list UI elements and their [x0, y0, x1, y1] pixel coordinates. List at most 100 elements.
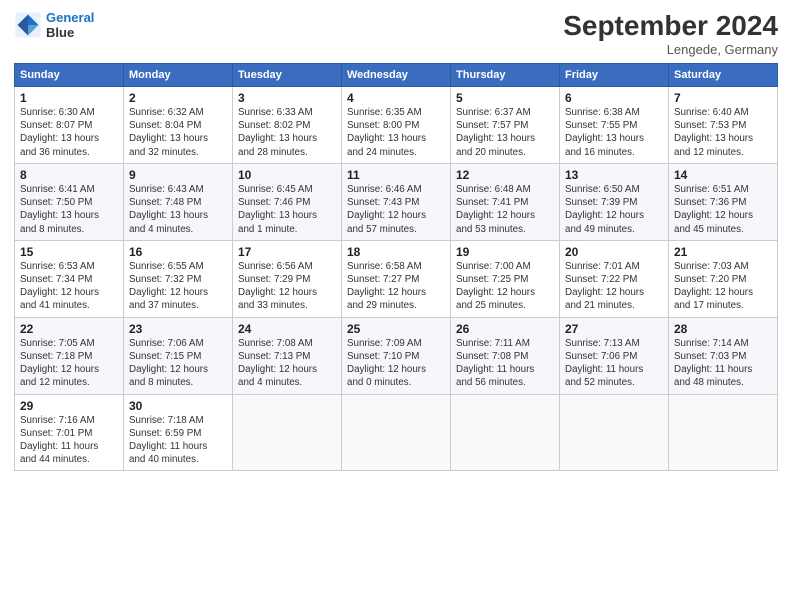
- day-number: 10: [238, 168, 336, 182]
- day-info: Sunrise: 7:06 AMSunset: 7:15 PMDaylight:…: [129, 337, 227, 390]
- day-number: 6: [565, 91, 663, 105]
- calendar-cell: [669, 394, 778, 471]
- day-info: Sunrise: 6:37 AMSunset: 7:57 PMDaylight:…: [456, 106, 554, 159]
- col-sunday: Sunday: [15, 64, 124, 87]
- day-info: Sunrise: 7:16 AMSunset: 7:01 PMDaylight:…: [20, 414, 118, 467]
- calendar-cell: 18Sunrise: 6:58 AMSunset: 7:27 PMDayligh…: [342, 240, 451, 317]
- day-number: 29: [20, 399, 118, 413]
- calendar-cell: 26Sunrise: 7:11 AMSunset: 7:08 PMDayligh…: [451, 317, 560, 394]
- calendar-cell: 2Sunrise: 6:32 AMSunset: 8:04 PMDaylight…: [124, 87, 233, 164]
- logo-text: General Blue: [46, 10, 94, 40]
- day-number: 7: [674, 91, 772, 105]
- day-number: 13: [565, 168, 663, 182]
- day-info: Sunrise: 7:05 AMSunset: 7:18 PMDaylight:…: [20, 337, 118, 390]
- day-number: 25: [347, 322, 445, 336]
- day-number: 16: [129, 245, 227, 259]
- day-number: 15: [20, 245, 118, 259]
- page: General Blue September 2024 Lengede, Ger…: [0, 0, 792, 612]
- day-number: 30: [129, 399, 227, 413]
- day-info: Sunrise: 6:50 AMSunset: 7:39 PMDaylight:…: [565, 183, 663, 236]
- calendar-week-row-4: 22Sunrise: 7:05 AMSunset: 7:18 PMDayligh…: [15, 317, 778, 394]
- day-info: Sunrise: 7:13 AMSunset: 7:06 PMDaylight:…: [565, 337, 663, 390]
- logo-line1: General: [46, 10, 94, 25]
- calendar-cell: 29Sunrise: 7:16 AMSunset: 7:01 PMDayligh…: [15, 394, 124, 471]
- calendar-cell: [233, 394, 342, 471]
- calendar-cell: 19Sunrise: 7:00 AMSunset: 7:25 PMDayligh…: [451, 240, 560, 317]
- day-info: Sunrise: 6:41 AMSunset: 7:50 PMDaylight:…: [20, 183, 118, 236]
- calendar-cell: 16Sunrise: 6:55 AMSunset: 7:32 PMDayligh…: [124, 240, 233, 317]
- day-info: Sunrise: 6:53 AMSunset: 7:34 PMDaylight:…: [20, 260, 118, 313]
- calendar-cell: 14Sunrise: 6:51 AMSunset: 7:36 PMDayligh…: [669, 163, 778, 240]
- day-info: Sunrise: 7:11 AMSunset: 7:08 PMDaylight:…: [456, 337, 554, 390]
- logo-icon: [14, 11, 42, 39]
- day-info: Sunrise: 7:01 AMSunset: 7:22 PMDaylight:…: [565, 260, 663, 313]
- logo: General Blue: [14, 10, 94, 40]
- calendar-week-row-5: 29Sunrise: 7:16 AMSunset: 7:01 PMDayligh…: [15, 394, 778, 471]
- calendar-cell: 24Sunrise: 7:08 AMSunset: 7:13 PMDayligh…: [233, 317, 342, 394]
- calendar-cell: 20Sunrise: 7:01 AMSunset: 7:22 PMDayligh…: [560, 240, 669, 317]
- day-number: 17: [238, 245, 336, 259]
- col-friday: Friday: [560, 64, 669, 87]
- day-number: 18: [347, 245, 445, 259]
- calendar-cell: 23Sunrise: 7:06 AMSunset: 7:15 PMDayligh…: [124, 317, 233, 394]
- calendar-cell: 28Sunrise: 7:14 AMSunset: 7:03 PMDayligh…: [669, 317, 778, 394]
- calendar-cell: 11Sunrise: 6:46 AMSunset: 7:43 PMDayligh…: [342, 163, 451, 240]
- day-info: Sunrise: 6:56 AMSunset: 7:29 PMDaylight:…: [238, 260, 336, 313]
- calendar-cell: 9Sunrise: 6:43 AMSunset: 7:48 PMDaylight…: [124, 163, 233, 240]
- day-info: Sunrise: 6:45 AMSunset: 7:46 PMDaylight:…: [238, 183, 336, 236]
- calendar-cell: 1Sunrise: 6:30 AMSunset: 8:07 PMDaylight…: [15, 87, 124, 164]
- calendar-week-row-3: 15Sunrise: 6:53 AMSunset: 7:34 PMDayligh…: [15, 240, 778, 317]
- calendar-cell: 22Sunrise: 7:05 AMSunset: 7:18 PMDayligh…: [15, 317, 124, 394]
- calendar-cell: [451, 394, 560, 471]
- day-number: 8: [20, 168, 118, 182]
- day-info: Sunrise: 7:18 AMSunset: 6:59 PMDaylight:…: [129, 414, 227, 467]
- day-number: 22: [20, 322, 118, 336]
- day-info: Sunrise: 6:48 AMSunset: 7:41 PMDaylight:…: [456, 183, 554, 236]
- day-info: Sunrise: 6:30 AMSunset: 8:07 PMDaylight:…: [20, 106, 118, 159]
- month-year: September 2024: [563, 10, 778, 42]
- day-number: 12: [456, 168, 554, 182]
- day-info: Sunrise: 7:03 AMSunset: 7:20 PMDaylight:…: [674, 260, 772, 313]
- col-saturday: Saturday: [669, 64, 778, 87]
- day-info: Sunrise: 7:00 AMSunset: 7:25 PMDaylight:…: [456, 260, 554, 313]
- day-info: Sunrise: 6:51 AMSunset: 7:36 PMDaylight:…: [674, 183, 772, 236]
- day-info: Sunrise: 6:35 AMSunset: 8:00 PMDaylight:…: [347, 106, 445, 159]
- day-number: 24: [238, 322, 336, 336]
- calendar-cell: 5Sunrise: 6:37 AMSunset: 7:57 PMDaylight…: [451, 87, 560, 164]
- col-tuesday: Tuesday: [233, 64, 342, 87]
- col-thursday: Thursday: [451, 64, 560, 87]
- day-number: 11: [347, 168, 445, 182]
- calendar-cell: 21Sunrise: 7:03 AMSunset: 7:20 PMDayligh…: [669, 240, 778, 317]
- calendar-cell: 13Sunrise: 6:50 AMSunset: 7:39 PMDayligh…: [560, 163, 669, 240]
- day-info: Sunrise: 6:55 AMSunset: 7:32 PMDaylight:…: [129, 260, 227, 313]
- day-number: 5: [456, 91, 554, 105]
- calendar-cell: 4Sunrise: 6:35 AMSunset: 8:00 PMDaylight…: [342, 87, 451, 164]
- header: General Blue September 2024 Lengede, Ger…: [14, 10, 778, 57]
- day-number: 23: [129, 322, 227, 336]
- logo-line2: Blue: [46, 25, 94, 40]
- calendar-cell: 15Sunrise: 6:53 AMSunset: 7:34 PMDayligh…: [15, 240, 124, 317]
- calendar-cell: 25Sunrise: 7:09 AMSunset: 7:10 PMDayligh…: [342, 317, 451, 394]
- calendar-cell: 6Sunrise: 6:38 AMSunset: 7:55 PMDaylight…: [560, 87, 669, 164]
- calendar-cell: [342, 394, 451, 471]
- calendar-table: Sunday Monday Tuesday Wednesday Thursday…: [14, 63, 778, 471]
- day-number: 26: [456, 322, 554, 336]
- day-info: Sunrise: 6:38 AMSunset: 7:55 PMDaylight:…: [565, 106, 663, 159]
- day-info: Sunrise: 7:14 AMSunset: 7:03 PMDaylight:…: [674, 337, 772, 390]
- calendar-cell: 12Sunrise: 6:48 AMSunset: 7:41 PMDayligh…: [451, 163, 560, 240]
- day-info: Sunrise: 6:58 AMSunset: 7:27 PMDaylight:…: [347, 260, 445, 313]
- day-info: Sunrise: 6:43 AMSunset: 7:48 PMDaylight:…: [129, 183, 227, 236]
- day-number: 21: [674, 245, 772, 259]
- day-number: 27: [565, 322, 663, 336]
- calendar-cell: 27Sunrise: 7:13 AMSunset: 7:06 PMDayligh…: [560, 317, 669, 394]
- title-block: September 2024 Lengede, Germany: [563, 10, 778, 57]
- calendar-cell: 30Sunrise: 7:18 AMSunset: 6:59 PMDayligh…: [124, 394, 233, 471]
- day-number: 1: [20, 91, 118, 105]
- day-info: Sunrise: 6:40 AMSunset: 7:53 PMDaylight:…: [674, 106, 772, 159]
- day-number: 4: [347, 91, 445, 105]
- calendar-cell: 7Sunrise: 6:40 AMSunset: 7:53 PMDaylight…: [669, 87, 778, 164]
- day-info: Sunrise: 6:32 AMSunset: 8:04 PMDaylight:…: [129, 106, 227, 159]
- day-number: 2: [129, 91, 227, 105]
- col-wednesday: Wednesday: [342, 64, 451, 87]
- calendar-cell: 8Sunrise: 6:41 AMSunset: 7:50 PMDaylight…: [15, 163, 124, 240]
